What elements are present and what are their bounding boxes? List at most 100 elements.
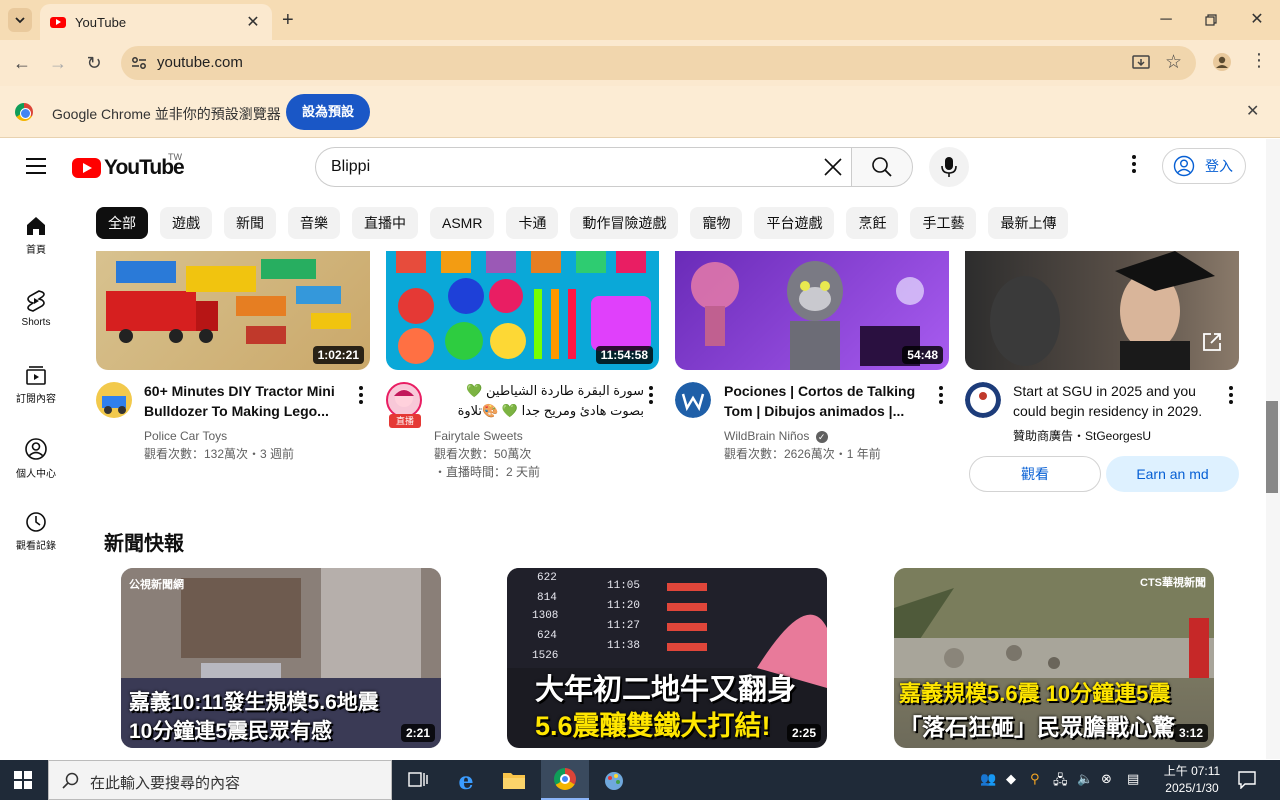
taskbar-edge[interactable]: e (442, 760, 490, 800)
chip-cartoons[interactable]: 卡通 (506, 207, 559, 239)
people-icon[interactable]: 👥 (980, 771, 996, 787)
set-default-button[interactable]: 設為預設 (286, 94, 370, 130)
reload-icon[interactable]: ↻ (83, 52, 105, 74)
news-video-thumbnail[interactable]: CTS華視新聞 嘉義規模5.6震 10分鐘連5震 「落石狂砸」民眾膽戰心驚 3:… (894, 568, 1214, 748)
close-infobar-icon[interactable]: ✕ (1246, 101, 1259, 121)
input-method-icon[interactable]: ▤ (1127, 771, 1139, 787)
settings-more-icon[interactable] (1126, 155, 1142, 179)
video-title[interactable]: سورة البقرة طاردة الشياطين 💚 بصوت هادئ و… (434, 381, 644, 421)
video-thumbnail[interactable]: 54:48 (675, 251, 949, 370)
filter-chips-bar: 全部 遊戲 新聞 音樂 直播中 ASMR 卡通 動作冒險遊戲 寵物 平台遊戲 烹… (96, 207, 1080, 239)
channel-avatar[interactable] (96, 382, 132, 418)
youtube-page: YouTube TW Blippi 登入 首頁 Shorts 訂閱內容 個人中心… (0, 139, 1280, 759)
browser-tab-youtube[interactable]: YouTube ✕ (40, 4, 272, 40)
chip-platformer[interactable]: 平台遊戲 (754, 207, 835, 239)
chrome-menu-icon[interactable]: ⋮ (1250, 50, 1268, 71)
chip-cooking[interactable]: 烹飪 (846, 207, 899, 239)
tab-search-button[interactable] (8, 8, 32, 32)
chip-action-adventure[interactable]: 動作冒險遊戲 (570, 207, 679, 239)
task-view-button[interactable] (394, 760, 442, 800)
channel-avatar[interactable] (386, 382, 422, 418)
advertiser-avatar[interactable] (965, 382, 1001, 418)
folder-icon (503, 773, 525, 789)
back-arrow-icon[interactable]: ← (11, 52, 33, 74)
install-app-icon[interactable] (1132, 54, 1150, 72)
chip-gaming[interactable]: 遊戲 (160, 207, 212, 239)
ad-watch-button[interactable]: 觀看 (969, 456, 1101, 492)
guide-item-home[interactable]: 首頁 (0, 215, 72, 256)
taskbar-file-explorer[interactable] (490, 760, 538, 800)
svg-text:622: 622 (537, 572, 557, 584)
restore-window-icon[interactable] (1199, 8, 1223, 32)
taskbar-clock[interactable]: 上午 07:11 2025/1/30 (1152, 763, 1232, 797)
dropbox-icon[interactable]: ◆ (1006, 771, 1016, 787)
search-button[interactable] (851, 147, 913, 187)
chip-crafts[interactable]: 手工藝 (910, 207, 977, 239)
taskbar-chrome[interactable] (541, 760, 589, 800)
chip-live[interactable]: 直播中 (352, 207, 418, 239)
chip-pets[interactable]: 寵物 (690, 207, 743, 239)
guide-item-shorts[interactable]: Shorts (0, 289, 72, 328)
video-metadata: 觀看次數：2626萬次・1 年前 (724, 447, 881, 461)
address-bar[interactable]: youtube.com ☆ (121, 46, 1196, 80)
video-duration: 1:02:21 (312, 346, 364, 364)
close-window-icon[interactable]: ✕ (1245, 8, 1269, 32)
news-video-thumbnail[interactable]: 公視新聞網 嘉義10:11發生規模5.6地震 10分鐘連5震民眾有感 2:21 (121, 568, 441, 748)
search-input[interactable]: Blippi (315, 147, 852, 187)
network-icon[interactable]: 🖧 (1053, 771, 1068, 793)
disabled-status-icon[interactable]: ⊗ (1101, 771, 1112, 787)
channel-avatar[interactable] (675, 382, 711, 418)
bookmark-star-icon[interactable]: ☆ (1165, 51, 1182, 74)
channel-name[interactable]: WildBrain Niños ✓ (724, 427, 828, 445)
ad-title[interactable]: Start at SGU in 2025 and you could begin… (1013, 381, 1223, 421)
video-more-icon[interactable] (358, 386, 364, 406)
you-icon (25, 438, 47, 460)
ad-more-icon[interactable] (1228, 386, 1234, 406)
taskbar-app[interactable] (590, 760, 638, 800)
minimize-window-icon[interactable]: ─ (1154, 8, 1178, 32)
news-video-thumbnail[interactable]: 622 814 1308 624 1526 11:05 11:20 11:27 11:38 大… (507, 568, 827, 748)
subscriptions-icon (26, 366, 46, 385)
video-title[interactable]: Pociones | Cortos de Talking Tom | Dibuj… (724, 381, 934, 421)
guide-item-history[interactable]: 觀看記錄 (0, 511, 72, 552)
search-tray-icon[interactable]: ⚲ (1030, 771, 1040, 787)
news-caption-line1: 嘉義10:11發生規模5.6地震 (129, 691, 379, 714)
chip-music[interactable]: 音樂 (288, 207, 340, 239)
channel-name[interactable]: Police Car Toys (144, 427, 227, 445)
chip-news[interactable]: 新聞 (224, 207, 276, 239)
taskbar-search-input[interactable]: 在此輸入要搜尋的內容 (48, 760, 392, 800)
youtube-play-logo-icon (72, 158, 101, 178)
forward-arrow-icon[interactable]: → (47, 52, 69, 74)
chip-recently-uploaded[interactable]: 最新上傳 (988, 207, 1069, 239)
site-info-icon[interactable] (129, 53, 149, 73)
video-title[interactable]: 60+ Minutes DIY Tractor Mini Bulldozer T… (144, 381, 354, 421)
open-external-icon[interactable] (1201, 331, 1223, 353)
windows-start-icon[interactable] (14, 771, 32, 789)
clear-search-icon[interactable] (820, 154, 846, 180)
history-icon (26, 512, 46, 532)
account-icon (1173, 155, 1195, 177)
notifications-icon[interactable] (1238, 771, 1256, 789)
video-more-icon[interactable] (938, 386, 944, 406)
chip-asmr[interactable]: ASMR (430, 207, 495, 239)
guide-item-you[interactable]: 個人中心 (0, 437, 72, 480)
ad-thumbnail[interactable] (965, 251, 1239, 370)
guide-menu-icon[interactable] (26, 158, 46, 174)
video-thumbnail[interactable]: 11:54:58 (386, 251, 659, 370)
video-thumbnail[interactable]: 1:02:21 (96, 251, 370, 370)
tab-title: YouTube (75, 14, 127, 30)
new-tab-button[interactable]: + (282, 9, 294, 32)
close-tab-icon[interactable]: ✕ (244, 12, 262, 32)
chip-all[interactable]: 全部 (96, 207, 148, 239)
sign-in-button[interactable]: 登入 (1162, 148, 1246, 184)
youtube-favicon-icon (50, 16, 66, 28)
guide-item-subscriptions[interactable]: 訂閱內容 (0, 364, 72, 405)
page-scrollbar-thumb[interactable] (1266, 401, 1278, 493)
ad-cta-button[interactable]: Earn an md (1106, 456, 1239, 492)
volume-icon[interactable]: 🔈 (1077, 771, 1093, 787)
voice-search-button[interactable] (929, 147, 969, 187)
channel-name[interactable]: Fairytale Sweets (434, 427, 523, 445)
youtube-logo[interactable]: YouTube (72, 156, 185, 180)
profile-icon[interactable] (1212, 52, 1232, 72)
video-more-icon[interactable] (648, 386, 654, 406)
